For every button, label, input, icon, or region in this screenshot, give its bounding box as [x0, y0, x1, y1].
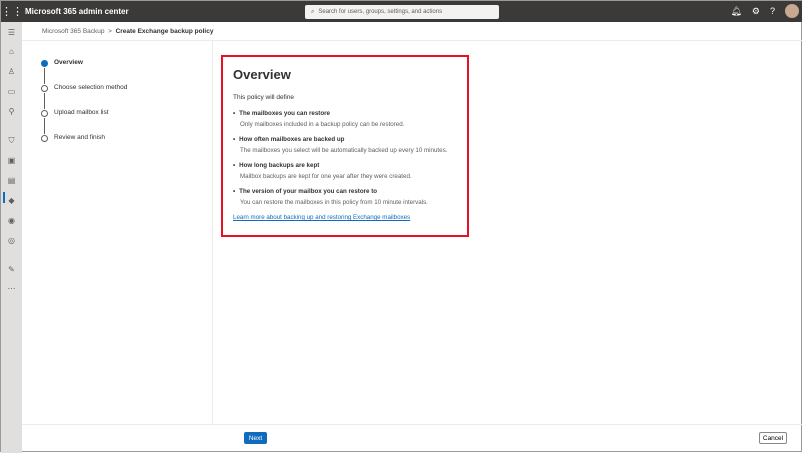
item-desc: Mailbox backups are kept for one year af… — [240, 173, 412, 180]
device-icon[interactable]: ▭ — [1, 87, 22, 96]
overview-panel: Overview This policy will define The mai… — [221, 55, 469, 237]
learn-more-link[interactable]: Learn more about backing up and restorin… — [233, 214, 457, 221]
user-icon[interactable]: ♙ — [1, 67, 22, 76]
page-title: Overview — [233, 67, 291, 82]
step-dot — [41, 60, 48, 67]
step-choose-selection-method[interactable]: Choose selection method — [41, 84, 127, 109]
menu-icon[interactable]: ☰ — [1, 28, 22, 37]
breadcrumb-parent[interactable]: Microsoft 365 Backup — [42, 28, 105, 35]
step-label: Overview — [54, 59, 83, 66]
avatar[interactable] — [785, 4, 799, 18]
item-title: The mailboxes you can restore — [233, 110, 457, 117]
item-desc: The mailboxes you select will be automat… — [240, 147, 448, 154]
item-desc: Only mailboxes included in a backup poli… — [240, 121, 405, 128]
pencil-icon[interactable]: ✎ — [1, 265, 22, 274]
divider — [22, 40, 802, 41]
item-title: The version of your mailbox you can rest… — [233, 188, 457, 195]
item-title: How often mailboxes are backed up — [233, 136, 457, 143]
search-icon: ⌕ — [311, 8, 315, 15]
step-dot — [41, 110, 48, 117]
sharepoint-icon[interactable]: ◎ — [1, 236, 22, 245]
app-launcher-icon[interactable]: ⋮⋮ — [1, 5, 23, 18]
divider — [22, 424, 802, 425]
step-label: Choose selection method — [54, 84, 128, 91]
left-nav-rail: ☰ ⌂ ♙ ▭ ⚲ ⛉ ▣ ▤ ◆ ◉ ◎ ✎ ⋯ — [1, 22, 22, 453]
list-item: How long backups are kept Mailbox backups… — [233, 162, 457, 180]
bell-icon[interactable]: 🔔︎ — [730, 6, 741, 17]
top-bar: ⋮⋮ Microsoft 365 admin center ⌕ Search fo… — [1, 1, 802, 22]
step-dot — [41, 85, 48, 92]
admin-center-icon[interactable]: ◆ — [1, 196, 22, 205]
cancel-button[interactable]: Cancel — [759, 432, 787, 444]
intro-text: This policy will define — [233, 94, 295, 101]
step-label: Upload mailbox list — [54, 109, 109, 116]
home-icon[interactable]: ⌂ — [1, 47, 22, 56]
wizard-steps: Overview Choose selection method Upload … — [41, 59, 127, 159]
exchange-icon[interactable]: ◉ — [1, 216, 22, 225]
breadcrumb: Microsoft 365 Backup > Create Exchange b… — [42, 28, 213, 35]
step-overview[interactable]: Overview — [41, 59, 127, 84]
backup-icon[interactable]: ▤ — [1, 176, 22, 185]
shield-icon[interactable]: ⛉ — [1, 136, 22, 146]
chevron-right-icon: > — [108, 28, 112, 35]
list-item: The version of your mailbox you can rest… — [233, 188, 457, 206]
step-review-and-finish[interactable]: Review and finish — [41, 134, 127, 159]
roles-icon[interactable]: ⚲ — [1, 107, 22, 116]
list-item: The mailboxes you can restore Only mailbo… — [233, 110, 457, 128]
app-title: Microsoft 365 admin center — [25, 7, 129, 16]
breadcrumb-current: Create Exchange backup policy — [115, 28, 214, 35]
compliance-icon[interactable]: ▣ — [1, 156, 22, 165]
search-placeholder: Search for users, groups, settings, and … — [318, 9, 443, 15]
list-item: How often mailboxes are backed up The mai… — [233, 136, 457, 154]
item-desc: You can restore the mailboxes in this po… — [240, 199, 428, 206]
next-button[interactable]: Next — [244, 432, 267, 444]
divider — [212, 41, 213, 424]
gear-icon[interactable]: ⚙ — [752, 6, 760, 17]
search-input[interactable]: ⌕ Search for users, groups, settings, and… — [305, 5, 499, 19]
step-label: Review and finish — [54, 134, 105, 141]
item-title: How long backups are kept — [233, 162, 457, 169]
step-dot — [41, 135, 48, 142]
step-upload-mailbox-list[interactable]: Upload mailbox list — [41, 109, 127, 134]
help-icon[interactable]: ? — [770, 6, 775, 16]
more-icon[interactable]: ⋯ — [1, 284, 22, 293]
